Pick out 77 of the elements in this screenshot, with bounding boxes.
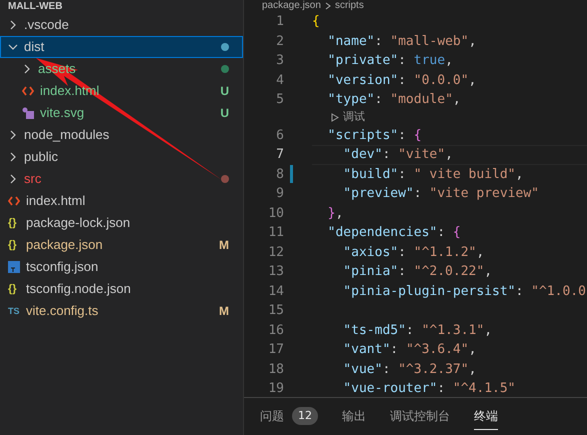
code-line: "vue": "^3.2.37",	[342, 360, 478, 378]
line-number: 5	[275, 91, 285, 109]
folder-item[interactable]: .vscode	[0, 14, 243, 36]
chevron-right-icon	[8, 152, 18, 162]
line-number: 4	[275, 72, 285, 90]
code-brackets-icon	[8, 196, 20, 206]
panel-tab[interactable]: 问题 12	[260, 404, 318, 430]
chevron-right-icon	[324, 2, 331, 10]
line-number: 18	[267, 360, 285, 378]
breadcrumb-item[interactable]: scripts	[334, 1, 364, 11]
ts-file-icon: TS	[8, 306, 20, 316]
file-item[interactable]: vite.svg U	[0, 102, 243, 124]
folder-item[interactable]: node_modules	[0, 124, 243, 146]
file-item[interactable]: TS vite.config.ts M	[0, 300, 243, 322]
line-number: 7	[275, 146, 285, 164]
file-item[interactable]: index.html	[0, 190, 243, 212]
line-number: 9	[275, 185, 285, 203]
panel-tab[interactable]: 终端	[474, 404, 498, 430]
code-line: "private": true,	[326, 52, 454, 70]
breadcrumb-item[interactable]: package.json	[262, 1, 321, 11]
file-item[interactable]: {} tsconfig.node.json	[0, 278, 243, 300]
line-number: 12	[267, 244, 285, 262]
folder-item[interactable]: public	[0, 146, 243, 168]
codelens-link[interactable]: 调试	[343, 109, 365, 126]
code-line: "vant": "^3.6.4",	[342, 341, 478, 359]
line-number: 13	[267, 263, 285, 281]
shapes-icon	[22, 107, 34, 119]
curly-braces-icon: {}	[8, 284, 20, 294]
panel-tab[interactable]: 输出	[342, 404, 366, 430]
line-number: 15	[267, 302, 285, 320]
folder-item[interactable]: src	[0, 168, 243, 190]
explorer-title: MALL-WEB	[8, 2, 62, 12]
code-brackets-icon	[22, 86, 34, 96]
code-line: "build": " vite build",	[342, 166, 524, 184]
chevron-right-icon	[8, 174, 18, 184]
chevron-down-icon	[8, 42, 18, 52]
line-number: 19	[267, 380, 285, 397]
line-number: 10	[267, 204, 285, 222]
line-number: 1	[275, 13, 285, 31]
file-item[interactable]: tsconfig.json	[0, 256, 243, 278]
curly-braces-icon: {}	[8, 218, 20, 228]
code-line: "vue-router": "^4.1.5"	[342, 380, 517, 397]
git-status-letter: M	[219, 237, 229, 254]
code-line: "axios": "^1.1.2",	[342, 244, 486, 262]
curly-braces-icon: {}	[8, 240, 20, 250]
code-line: "preview": "vite preview"	[342, 185, 540, 203]
chevron-right-icon	[8, 20, 18, 30]
play-icon	[331, 113, 339, 122]
ts-file-icon	[8, 261, 20, 273]
file-item[interactable]: {} package-lock.json	[0, 212, 243, 234]
chevron-right-icon	[8, 130, 18, 140]
line-number: 6	[275, 126, 285, 144]
line-number: 8	[275, 166, 285, 184]
git-status-letter: U	[220, 83, 229, 100]
code-line: "ts-md5": "^1.3.1",	[342, 322, 494, 340]
line-number: 17	[267, 341, 285, 359]
folder-item[interactable]: dist	[0, 36, 243, 58]
git-status-letter: U	[220, 105, 229, 122]
code-line: "dependencies": {	[326, 224, 462, 242]
code-line: "version": "0.0.0",	[326, 72, 478, 90]
line-number: 16	[267, 322, 285, 340]
line-number: 11	[267, 224, 285, 242]
code-line: },	[326, 204, 344, 222]
panel-tab[interactable]: 调试控制台	[390, 404, 450, 430]
chevron-right-icon	[22, 64, 32, 74]
code-line: "scripts": {	[326, 126, 423, 144]
code-line: "pinia-plugin-persist": "^1.0.0	[342, 282, 587, 300]
code-line: "name": "mall-web",	[326, 32, 478, 50]
line-number: 3	[275, 52, 285, 70]
code-line: {	[312, 13, 321, 31]
count-badge: 12	[292, 407, 318, 425]
line-number: 2	[275, 32, 285, 50]
code-line: "pinia": "^2.0.22",	[342, 263, 494, 281]
line-number: 14	[267, 282, 285, 300]
code-line: "type": "module",	[326, 91, 462, 109]
git-status-letter: M	[219, 303, 229, 320]
file-item[interactable]: {} package.json M	[0, 234, 243, 256]
